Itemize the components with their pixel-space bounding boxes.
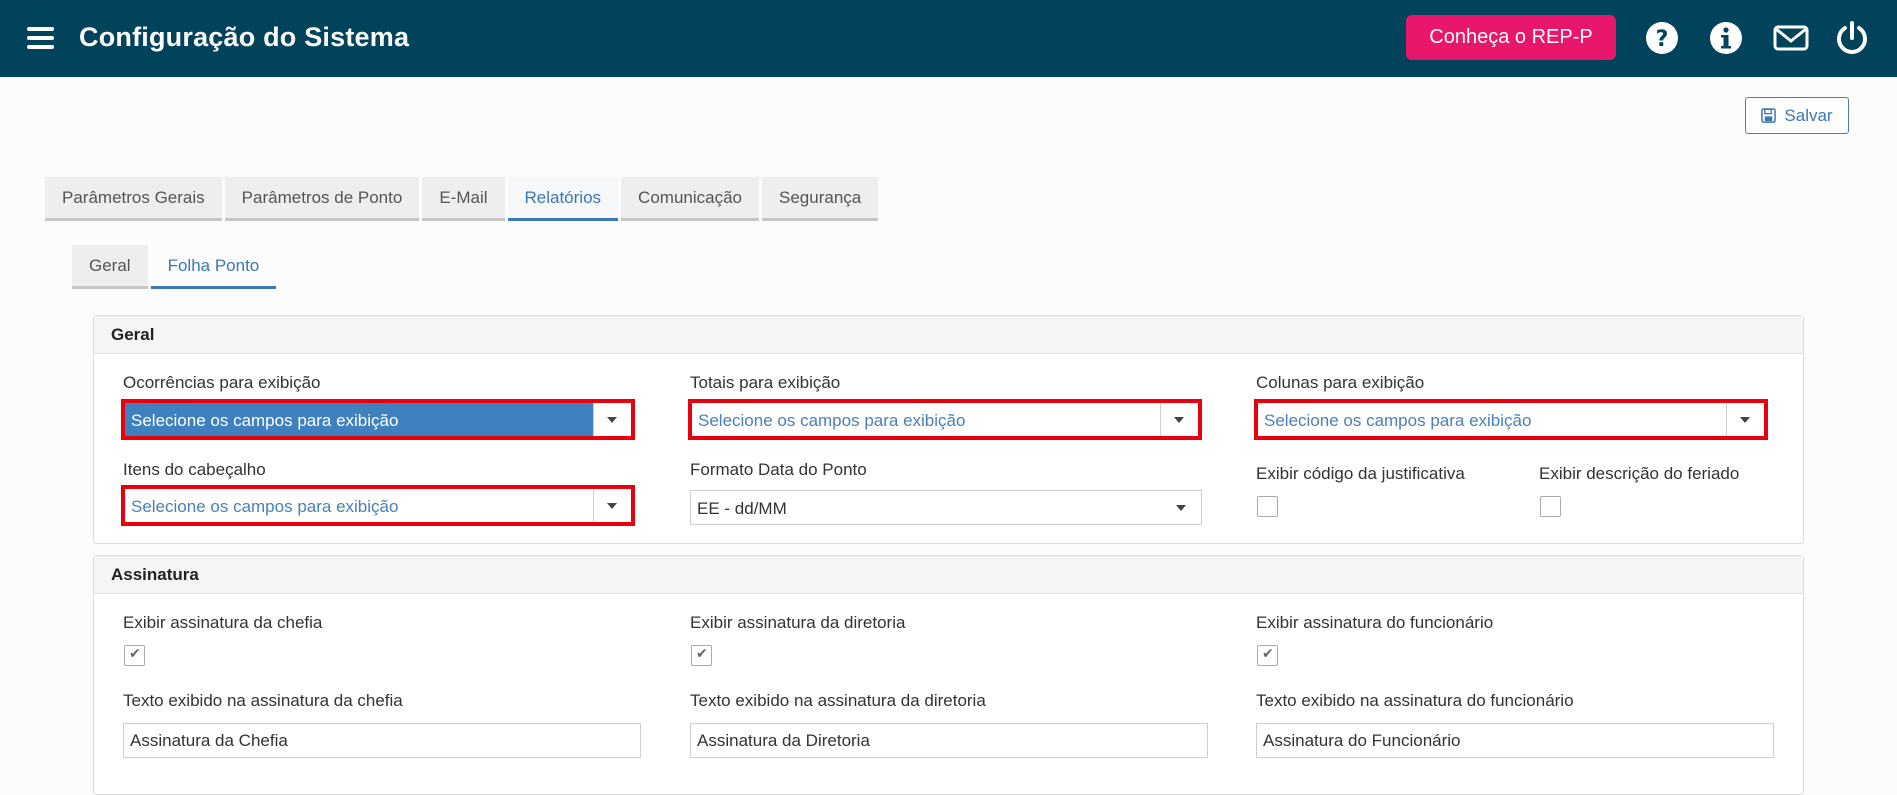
texto-chefia-input[interactable]: Assinatura da Chefia <box>123 723 641 758</box>
totais-label: Totais para exibição <box>690 373 841 392</box>
tab-seguranca[interactable]: Segurança <box>762 177 879 221</box>
exibir-feriado-label: Exibir descrição do feriado <box>1539 464 1740 483</box>
formato-data-value: EE - dd/MM <box>697 499 787 518</box>
panel-geral-heading: Geral <box>94 316 1803 354</box>
exibir-feriado-checkbox[interactable] <box>1540 496 1561 517</box>
assinatura-diretoria-label: Exibir assinatura da diretoria <box>690 613 906 632</box>
subtab-geral[interactable]: Geral <box>72 245 148 289</box>
page-title: Configuração do Sistema <box>79 22 410 52</box>
assinatura-funcionario-label: Exibir assinatura do funcionário <box>1256 613 1494 632</box>
mail-icon[interactable] <box>1773 20 1809 56</box>
texto-funcionario-input[interactable]: Assinatura do Funcionário <box>1256 723 1774 758</box>
texto-funcionario-label: Texto exibido na assinatura do funcionár… <box>1256 691 1574 710</box>
chevron-down-icon <box>1163 491 1201 524</box>
highlight-box <box>1254 399 1768 440</box>
panel-assinatura: Assinatura Exibir assinatura da chefia E… <box>93 555 1804 795</box>
help-icon[interactable]: ? <box>1644 20 1680 56</box>
panel-assinatura-heading: Assinatura <box>94 556 1803 594</box>
texto-diretoria-label: Texto exibido na assinatura da diretoria <box>690 691 986 710</box>
save-button-label: Salvar <box>1784 105 1833 125</box>
svg-text:?: ? <box>1656 27 1669 52</box>
save-button[interactable]: Salvar <box>1745 97 1849 134</box>
assinatura-diretoria-checkbox[interactable] <box>691 645 712 666</box>
assinatura-chefia-checkbox[interactable] <box>124 645 145 666</box>
main-tabs: Parâmetros Gerais Parâmetros de Ponto E-… <box>45 177 881 221</box>
assinatura-chefia-label: Exibir assinatura da chefia <box>123 613 323 632</box>
colunas-label: Colunas para exibição <box>1256 373 1425 392</box>
info-icon[interactable] <box>1708 20 1744 56</box>
tab-relatorios[interactable]: Relatórios <box>507 177 619 221</box>
panel-geral: Geral Ocorrências para exibição Selecion… <box>93 315 1804 544</box>
formato-data-select[interactable]: EE - dd/MM <box>690 490 1202 525</box>
subtab-folha-ponto[interactable]: Folha Ponto <box>150 245 277 289</box>
floppy-disk-icon <box>1761 108 1777 123</box>
exibir-codigo-checkbox[interactable] <box>1257 496 1278 517</box>
highlight-box <box>121 485 635 526</box>
top-bar: Configuração do Sistema Conheça o REP-P … <box>0 0 1897 77</box>
assinatura-funcionario-checkbox[interactable] <box>1257 645 1278 666</box>
sub-tabs: Geral Folha Ponto <box>72 245 279 289</box>
tab-parametros-de-ponto[interactable]: Parâmetros de Ponto <box>224 177 420 221</box>
power-icon[interactable] <box>1834 20 1870 56</box>
tab-parametros-gerais[interactable]: Parâmetros Gerais <box>45 177 222 221</box>
rep-p-button[interactable]: Conheça o REP-P <box>1406 15 1616 60</box>
ocorrencias-label: Ocorrências para exibição <box>123 373 321 392</box>
highlight-box <box>688 399 1202 440</box>
tab-email[interactable]: E-Mail <box>422 177 505 221</box>
cabecalho-label: Itens do cabeçalho <box>123 460 266 479</box>
tab-comunicacao[interactable]: Comunicação <box>621 177 759 221</box>
texto-chefia-label: Texto exibido na assinatura da chefia <box>123 691 403 710</box>
highlight-box <box>121 399 635 440</box>
texto-diretoria-input[interactable]: Assinatura da Diretoria <box>690 723 1208 758</box>
exibir-codigo-label: Exibir código da justificativa <box>1256 464 1465 483</box>
formato-data-label: Formato Data do Ponto <box>690 460 867 479</box>
menu-icon[interactable] <box>27 27 54 49</box>
